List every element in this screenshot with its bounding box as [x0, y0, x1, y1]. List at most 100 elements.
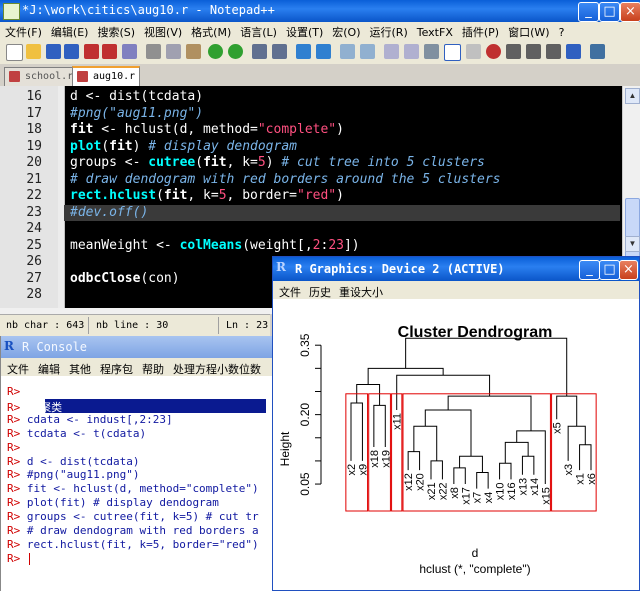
- wrap-icon[interactable]: [384, 44, 399, 59]
- console-prompt: R>: [7, 468, 27, 482]
- close-button[interactable]: ×: [620, 2, 640, 22]
- line-number-gutter: 16 17 18 19 20 21 22 23 24 25 26 27 28: [0, 86, 58, 308]
- paste-icon[interactable]: [186, 44, 201, 59]
- doc-map-icon[interactable]: [466, 44, 481, 59]
- redo-icon[interactable]: [228, 44, 243, 59]
- close-file-icon[interactable]: [84, 44, 99, 59]
- minimize-button[interactable]: _: [579, 260, 600, 280]
- cut-icon[interactable]: [146, 44, 161, 59]
- console-line: R> # draw dendogram with red borders a: [7, 524, 259, 537]
- menu-macro[interactable]: 宏(O): [327, 22, 364, 40]
- close-button[interactable]: ×: [619, 260, 638, 280]
- tab-school-r[interactable]: school.r: [4, 67, 79, 86]
- menu-help[interactable]: ?: [554, 24, 569, 39]
- dendrogram-branch: [556, 395, 578, 427]
- extra-tool-icon[interactable]: [590, 44, 605, 59]
- rg-menu-file[interactable]: 文件: [273, 281, 303, 300]
- save-all-icon[interactable]: [64, 44, 79, 59]
- rg-menu-resize[interactable]: 重设大小: [333, 281, 385, 300]
- line-number: 26: [26, 254, 42, 269]
- undo-icon[interactable]: [208, 44, 223, 59]
- dendrogram-branch: [447, 395, 532, 431]
- dendrogram-branch: [459, 455, 483, 473]
- rg-menu-history[interactable]: 历史: [303, 281, 333, 300]
- leaf-label: x21: [426, 482, 438, 500]
- menu-file[interactable]: 文件(F): [0, 22, 46, 40]
- menu-window[interactable]: 窗口(W): [503, 22, 553, 40]
- show-all-chars-icon[interactable]: [404, 44, 419, 59]
- find-icon[interactable]: [252, 44, 267, 59]
- maximize-button[interactable]: □: [599, 2, 620, 22]
- line-number: 28: [26, 287, 42, 302]
- close-all-icon[interactable]: [102, 44, 117, 59]
- indent-guide-icon[interactable]: [424, 44, 439, 59]
- console-command: #png("aug11.png"): [26, 468, 140, 482]
- y-tick-label: 0.05: [298, 472, 312, 496]
- r-menu-file[interactable]: 文件: [1, 358, 32, 377]
- menu-format[interactable]: 格式(M): [186, 22, 235, 40]
- r-menu-misc[interactable]: 其他: [63, 358, 94, 377]
- dendrogram-branch: [453, 467, 466, 485]
- line-number: 16: [26, 89, 42, 104]
- save-macro-icon[interactable]: [566, 44, 581, 59]
- save-icon[interactable]: [46, 44, 61, 59]
- dendrogram-branch: [407, 451, 421, 471]
- play-multi-icon[interactable]: [546, 44, 561, 59]
- menu-language[interactable]: 语言(L): [235, 22, 281, 40]
- sync-h-icon[interactable]: [360, 44, 375, 59]
- notepad-title: *J:\work\citics\aug10.r - Notepad++: [22, 3, 275, 17]
- menu-run[interactable]: 运行(R): [365, 22, 412, 40]
- menu-textfx[interactable]: TextFX: [412, 24, 457, 39]
- menu-view[interactable]: 视图(V): [139, 22, 186, 40]
- minimize-button[interactable]: _: [578, 2, 599, 22]
- r-graphics-title: R Graphics: Device 2 (ACTIVE): [295, 262, 505, 276]
- file-modified-icon: [77, 71, 88, 82]
- new-file-icon[interactable]: [6, 44, 23, 61]
- dendrogram-branch: [476, 471, 489, 489]
- print-icon[interactable]: [122, 44, 137, 59]
- menu-plugins[interactable]: 插件(P): [457, 22, 503, 40]
- stop-macro-icon[interactable]: [506, 44, 521, 59]
- scroll-up-arrow-icon[interactable]: ▲: [625, 88, 640, 104]
- menu-search[interactable]: 搜索(S): [92, 22, 139, 40]
- code-line-16: d <- dist(tcdata): [70, 89, 204, 104]
- play-macro-icon[interactable]: [526, 44, 541, 59]
- user-lang-icon[interactable]: [444, 44, 461, 61]
- console-prompt: R>: [7, 412, 27, 426]
- r-menu-edit[interactable]: 编辑: [32, 358, 63, 377]
- console-command: # draw dendogram with red borders a: [26, 524, 259, 537]
- zoom-out-icon[interactable]: [316, 44, 331, 59]
- r-console-output[interactable]: R> R> ##聚类 R> cdata <- indust[,2:23] R> tc…: [1, 376, 273, 591]
- record-macro-icon[interactable]: [486, 44, 501, 59]
- cluster-rectangle: [391, 393, 403, 512]
- scroll-down-arrow-icon[interactable]: ▼: [625, 236, 640, 252]
- leaf-label: x5: [552, 422, 564, 434]
- line-number: 24: [26, 221, 42, 236]
- console-command: fit <- hclust(d, method="complete"): [26, 482, 259, 496]
- menu-settings[interactable]: 设置(T): [281, 22, 327, 40]
- r-menu-packages[interactable]: 程序包: [94, 358, 136, 377]
- r-menu-decimal[interactable]: 处理方程小数位数: [167, 358, 264, 377]
- line-number: 17: [26, 105, 42, 121]
- notepad-app-icon: [3, 3, 20, 20]
- leaf-label: x10: [495, 482, 507, 500]
- text-cursor: [28, 552, 30, 565]
- maximize-button[interactable]: □: [599, 260, 620, 280]
- status-line-count: nb line : 30: [96, 320, 169, 331]
- replace-icon[interactable]: [272, 44, 287, 59]
- console-line: R>: [7, 385, 27, 398]
- copy-icon[interactable]: [166, 44, 181, 59]
- console-prompt: R>: [7, 426, 27, 440]
- status-cursor-line: Ln : 23: [226, 320, 269, 331]
- leaf-label: x18: [369, 450, 381, 468]
- code-line-25: meanWeight <- colMeans(weight[,2:23]): [70, 237, 360, 253]
- tab-aug10-r[interactable]: aug10.r: [72, 66, 141, 88]
- console-command: rect.hclust(fit, k=5, border="red"): [26, 537, 259, 551]
- r-menu-help[interactable]: 帮助: [136, 358, 167, 377]
- sync-scroll-icon[interactable]: [340, 44, 355, 59]
- leaf-label: x4: [483, 492, 495, 504]
- zoom-in-icon[interactable]: [296, 44, 311, 59]
- menu-edit[interactable]: 编辑(E): [46, 22, 93, 40]
- leaf-label: x20: [415, 473, 427, 491]
- open-file-icon[interactable]: [26, 44, 41, 59]
